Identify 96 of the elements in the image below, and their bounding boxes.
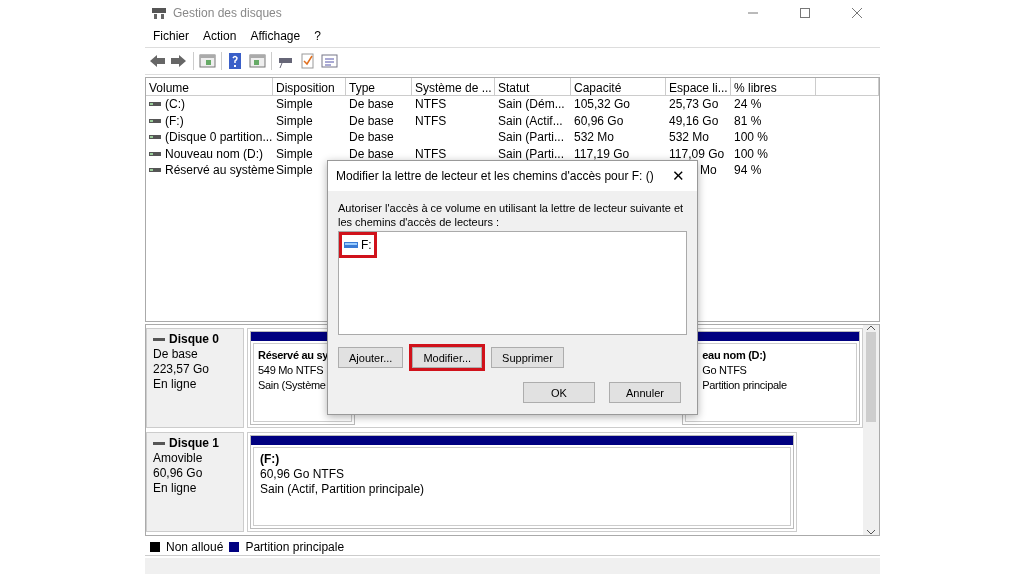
disk-info: De base: [153, 347, 199, 362]
instruction-text: Autoriser l'accès à ce volume en utilisant la lettre de lecteur suivante et les chemins d'accès de lecteurs :: [337, 201, 685, 230]
partition-info: Partition principale: [702, 378, 788, 393]
column-header[interactable]: Capacité: [571, 78, 666, 95]
partition-info: eau nom (D:): [702, 348, 767, 363]
table-cell-text: 105,32 Go: [574, 96, 631, 114]
table-cell-text: (F:): [165, 112, 184, 130]
table-cell-text: (C:): [165, 96, 185, 114]
table-cell-text: De base: [349, 96, 394, 114]
drive-icon: [153, 439, 165, 448]
table-cell-text: Sain (Parti...: [498, 129, 565, 147]
partition-info: Sain (Système: [258, 378, 327, 393]
disk-info: 60,96 Go: [153, 466, 204, 481]
help-icon[interactable]: [227, 53, 244, 69]
maximize-icon: [800, 7, 810, 18]
disk-info: Amovible: [153, 451, 204, 466]
legend-label: Partition principale: [245, 538, 345, 556]
table-cell-text: Sain (Dém...: [498, 96, 565, 114]
back-icon[interactable]: [149, 53, 166, 69]
table-cell-text: Simple: [276, 96, 313, 114]
table-cell-text: Nouveau nom (D:): [165, 145, 264, 163]
disk-info: 223,57 Go: [153, 362, 211, 377]
disk-name: Disque 1: [169, 436, 219, 451]
partition-info: Go NTFS: [702, 363, 748, 378]
table-cell-text: 117,19 Go: [574, 145, 630, 163]
disk-info: En ligne: [153, 377, 198, 392]
menu-item[interactable]: Affichage: [250, 27, 301, 45]
table-cell-text: 100 %: [734, 145, 769, 163]
partition-info: 60,96 Go NTFS: [260, 467, 346, 482]
column-header[interactable]: Disposition: [273, 78, 346, 95]
table-cell-text: 24 %: [734, 96, 762, 114]
menu-item[interactable]: ?: [314, 27, 321, 45]
disk-name: Disque 0: [169, 332, 219, 347]
table-cell-text: NTFS: [415, 96, 447, 114]
table-cell-text: (Disque 0 partition...: [165, 129, 273, 147]
column-header[interactable]: Espace li...: [666, 78, 731, 95]
dialog-button[interactable]: Ajouter...: [338, 347, 404, 368]
panel-icon[interactable]: [249, 53, 266, 69]
drive-icon: [149, 133, 161, 142]
table-cell-text: Sain (Actif...: [498, 112, 563, 130]
drive-icon: [149, 116, 161, 125]
scroll-down-icon: [867, 530, 875, 535]
column-header[interactable]: Système de ...: [412, 78, 495, 95]
table-cell-text: Simple: [276, 162, 313, 180]
table-cell-text: 117,09 Go: [669, 145, 725, 163]
table-cell-text: 532 Mo: [574, 129, 615, 147]
close-button[interactable]: ✕: [668, 164, 689, 188]
forward-icon[interactable]: [171, 53, 188, 69]
table-cell-text: Simple: [276, 129, 313, 147]
partition-info: Sain (Actif, Partition principale): [260, 482, 426, 497]
table-cell-text: De base: [349, 145, 394, 163]
dialog-button[interactable]: OK: [523, 382, 595, 403]
table-cell-text: 94 %: [734, 162, 762, 180]
table-cell-text: De base: [349, 129, 394, 147]
table-cell-text: 49,16 Go: [669, 112, 719, 130]
drive-icon: [344, 241, 358, 249]
table-cell-text: 60,96 Go: [574, 112, 624, 130]
table-cell-text: Réservé au système: [165, 162, 275, 180]
table-cell-text: 81 %: [734, 112, 762, 130]
drive-icon: [149, 100, 161, 109]
window-title: Gestion des disques: [173, 4, 282, 22]
menu-item[interactable]: Action: [203, 27, 237, 45]
table-cell-text: Mo: [700, 162, 717, 180]
table-cell-text: De base: [349, 112, 394, 130]
partition-info: 549 Mo NTFS: [258, 363, 325, 378]
column-header[interactable]: Statut: [495, 78, 571, 95]
menu-item[interactable]: Fichier: [153, 27, 189, 45]
scrollbar[interactable]: [863, 325, 879, 535]
drive-icon: [149, 166, 161, 175]
checklist-icon[interactable]: [299, 53, 316, 69]
table-cell-text: Simple: [276, 145, 313, 163]
table-cell-text: 532 Mo: [669, 129, 710, 147]
app-icon: [151, 5, 167, 20]
list-icon[interactable]: [321, 53, 338, 69]
disk-info: En ligne: [153, 481, 198, 496]
console-icon[interactable]: [199, 53, 216, 69]
list-item[interactable]: F:: [342, 235, 374, 255]
table-cell-text: NTFS: [415, 145, 447, 163]
dialog-button[interactable]: Supprimer: [491, 347, 564, 368]
table-cell-text: NTFS: [415, 112, 447, 130]
legend-label: Non alloué: [166, 538, 224, 556]
table-cell-text: 100 %: [734, 129, 769, 147]
dialog-title: Modifier la lettre de lecteur et les chemins d'accès pour F: (): [336, 168, 654, 185]
close-icon: [852, 7, 862, 18]
drive-icon: [149, 149, 161, 158]
column-header[interactable]: Volume: [146, 78, 273, 95]
drive-icon: [153, 335, 165, 344]
column-header[interactable]: % libres: [731, 78, 816, 95]
column-header[interactable]: Type: [346, 78, 412, 95]
dialog-button[interactable]: Annuler: [609, 382, 681, 403]
dialog-button[interactable]: Modifier...: [412, 347, 483, 368]
table-cell-text: Sain (Parti...: [498, 145, 565, 163]
table-cell-text: 25,73 Go: [669, 96, 719, 114]
table-cell-text: Simple: [276, 112, 313, 130]
scroll-up-icon: [867, 325, 875, 330]
partition-info: (F:): [260, 452, 281, 467]
